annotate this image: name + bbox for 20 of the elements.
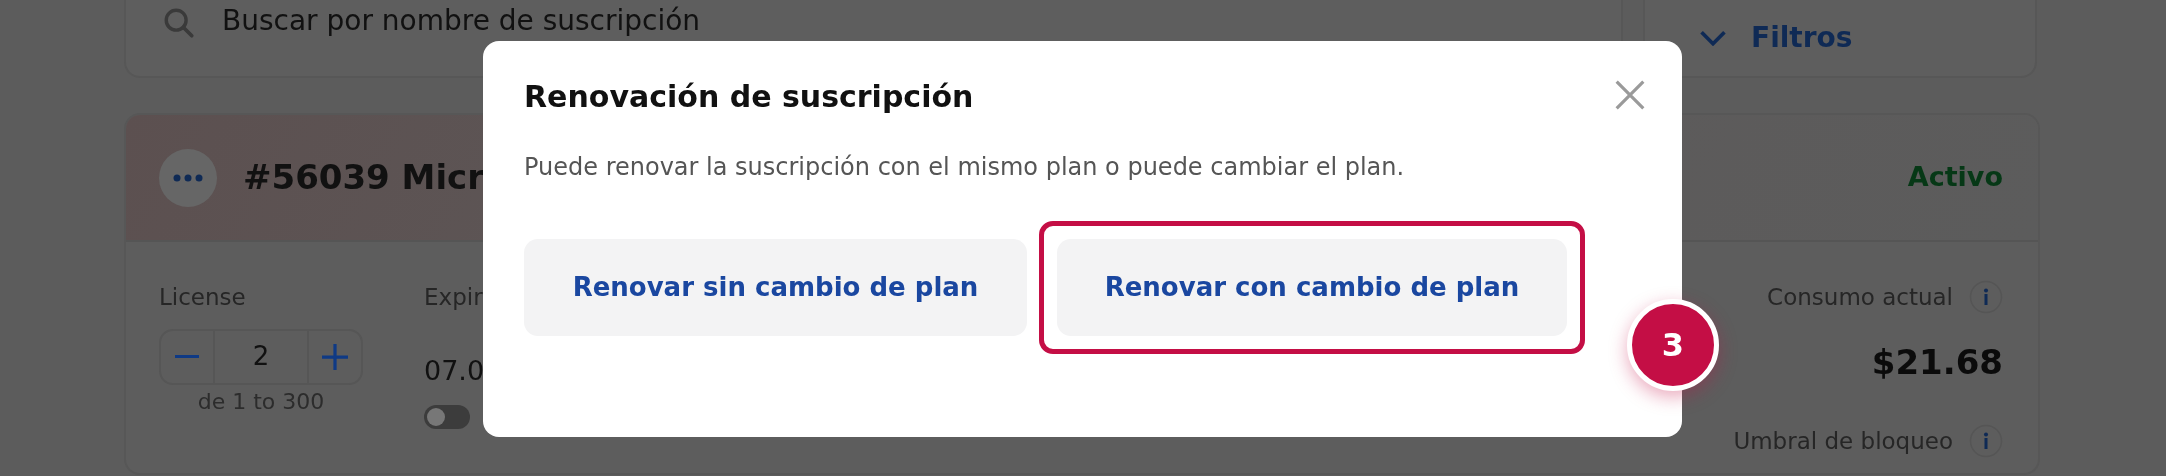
renew-button[interactable]: Renovar con cambio de plan (1057, 239, 1567, 336)
plus-icon (322, 343, 348, 370)
minus-icon (174, 354, 200, 359)
renew-button[interactable]: Renovar sin cambio de plan (524, 239, 1027, 336)
expiry-label: Expir (424, 283, 484, 312)
chevron-down-icon (1699, 30, 1727, 46)
toggle-switch[interactable] (424, 405, 470, 429)
threshold-label: Umbral de bloqueo (1733, 426, 1953, 456)
expiry-date: 07.0 (424, 353, 485, 388)
dialog-title: Renovación de suscripción (524, 79, 974, 115)
info-icon[interactable] (1969, 280, 2003, 315)
more-icon (173, 173, 203, 182)
close-icon[interactable] (1614, 79, 1646, 111)
usage-label: Consumo actual (1767, 283, 1953, 312)
subscription-title: #56039 Micr (243, 156, 485, 199)
usage-amount: $21.68 (1871, 340, 2003, 384)
status-label: Activo (1907, 160, 2003, 195)
info-icon[interactable] (1969, 423, 2003, 458)
license-label: License (159, 283, 247, 312)
dialog-message: Puede renovar la suscripción con el mismo plan o puede cambiar el plan. (524, 152, 1406, 183)
